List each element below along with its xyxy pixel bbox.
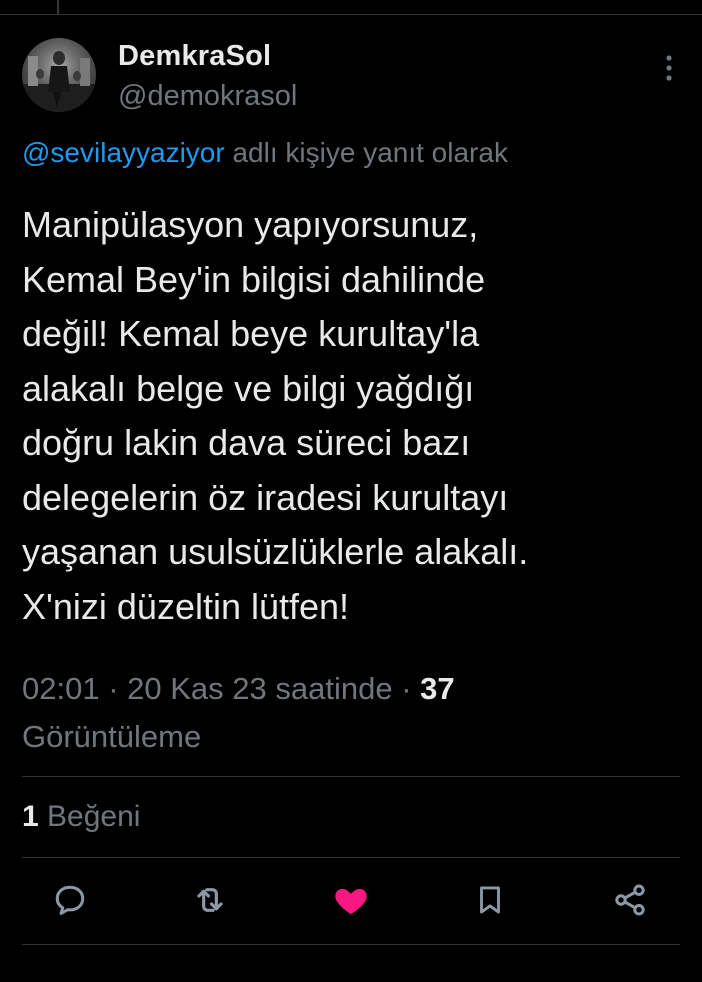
thread-connector-line (57, 0, 59, 14)
meta-separator: · (99, 671, 128, 706)
meta-separator: · (392, 671, 421, 706)
retweet-icon (191, 881, 229, 924)
reply-context-label: adlı kişiye yanıt olarak (224, 137, 508, 168)
more-options-icon[interactable] (664, 54, 674, 84)
bookmark-icon (473, 882, 507, 923)
likes-summary[interactable]: 1 Beğeni (22, 800, 140, 834)
reply-button[interactable] (50, 882, 90, 922)
bookmark-button[interactable] (470, 882, 510, 922)
author-handle[interactable]: @demokrasol (118, 80, 297, 113)
reply-context: @sevilayyaziyor adlı kişiye yanıt olarak (22, 137, 508, 169)
tweet-date[interactable]: 20 Kas 23 saatinde (127, 671, 392, 706)
share-icon (612, 882, 648, 923)
tweet-actions-bar (0, 876, 702, 928)
tweet-body-text: Manipülasyon yapıyorsunuz, Kemal Bey'in … (22, 204, 529, 627)
author-name[interactable]: DemkraSol (118, 40, 271, 73)
views-count: 37 (420, 671, 455, 706)
reply-mention-link[interactable]: @sevilayyaziyor (22, 137, 225, 168)
likes-label: Beğeni (47, 800, 141, 833)
avatar[interactable] (22, 38, 96, 112)
tweet-header: DemkraSol @demokrasol (22, 38, 680, 114)
tweet-metadata: 02:01 · 20 Kas 23 saatinde · 37 Görüntüle… (22, 665, 682, 761)
reply-bubble-icon (52, 882, 88, 923)
top-divider (0, 14, 702, 15)
heart-filled-icon (332, 881, 370, 924)
views-label: Görüntüleme (22, 719, 202, 754)
retweet-button[interactable] (190, 882, 230, 922)
divider (22, 776, 680, 777)
divider (22, 944, 680, 945)
share-button[interactable] (610, 882, 650, 922)
tweet-detail-page: DemkraSol @demokrasol @sevilayyaziyor ad… (0, 0, 702, 982)
likes-count: 1 (22, 800, 39, 833)
like-button[interactable] (331, 882, 371, 922)
divider (22, 857, 680, 858)
tweet-time[interactable]: 02:01 (22, 671, 100, 706)
